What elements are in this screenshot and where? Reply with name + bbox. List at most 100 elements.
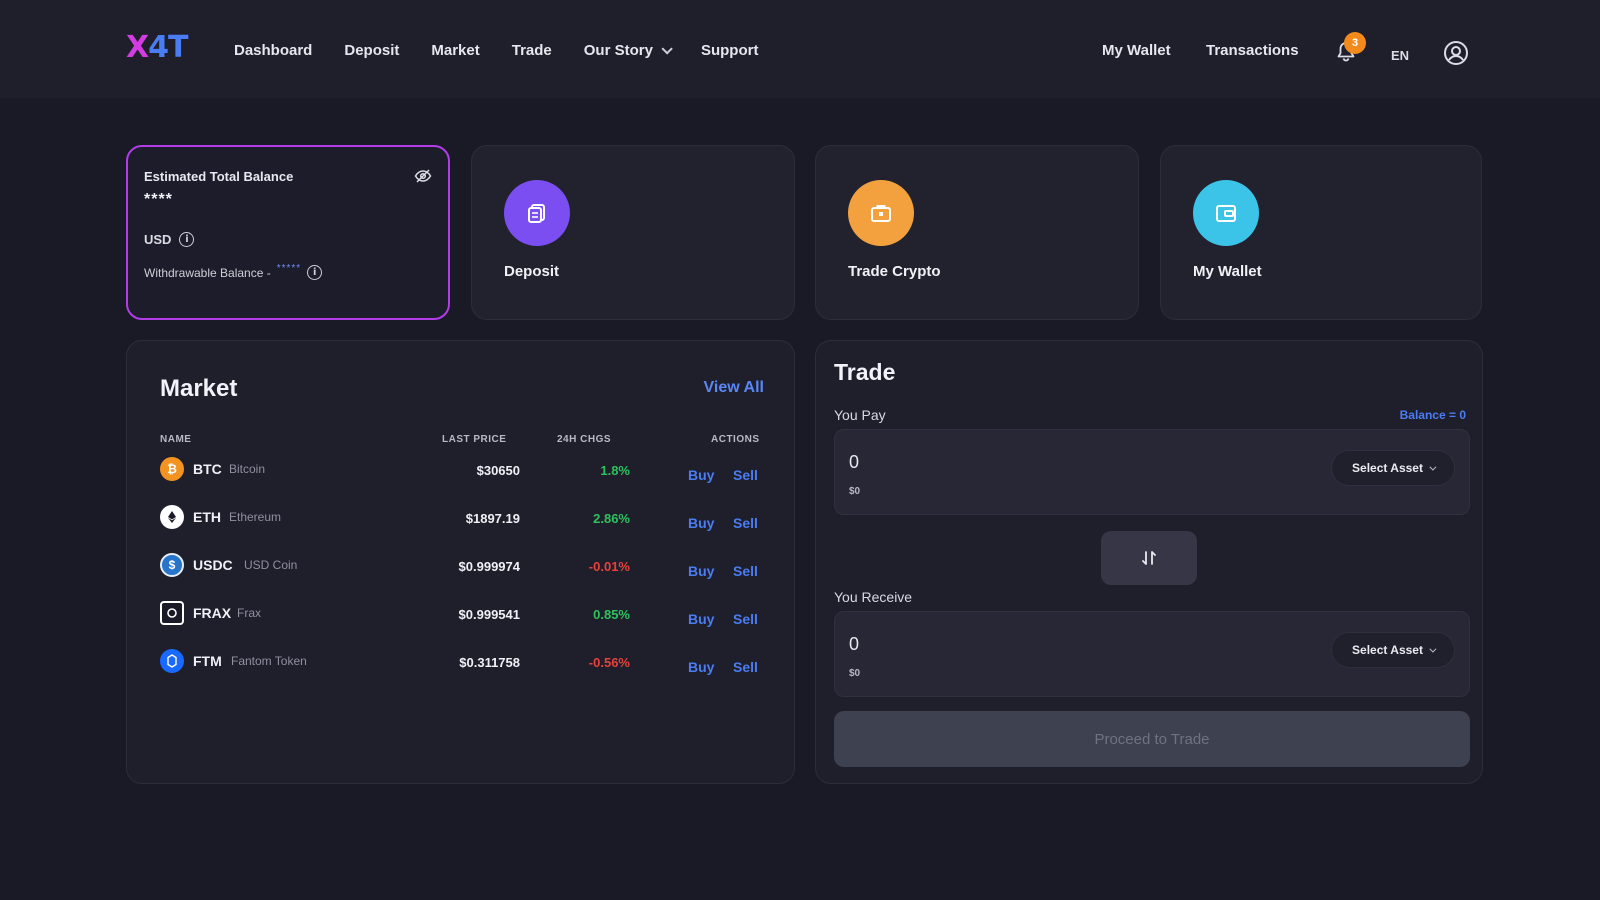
trade-crypto-label: Trade Crypto <box>848 263 941 280</box>
sell-button[interactable]: Sell <box>733 611 758 627</box>
coin-price: $0.999974 <box>458 559 520 574</box>
bitcoin-icon: ₿ <box>160 457 184 481</box>
nav-transactions[interactable]: Transactions <box>1206 42 1299 59</box>
nav-market[interactable]: Market <box>431 42 479 59</box>
logo-4t: 4T <box>148 30 188 65</box>
withdrawable-balance: Withdrawable Balance - ***** i <box>144 263 323 280</box>
coin-change: -0.56% <box>588 655 630 670</box>
balance-masked-value: **** <box>144 191 173 208</box>
my-wallet-card[interactable]: My Wallet <box>1160 145 1482 320</box>
receive-input-box: $0 Select Asset <box>834 611 1470 697</box>
coin-price: $30650 <box>476 463 520 478</box>
select-asset-label: Select Asset <box>1352 461 1423 475</box>
withdrawable-label: Withdrawable Balance - <box>144 265 271 280</box>
pay-usd-value: $0 <box>849 486 861 497</box>
sell-button[interactable]: Sell <box>733 659 758 675</box>
swap-button[interactable] <box>1101 531 1197 585</box>
market-panel: Market View All NAME LAST PRICE 24H CHGS… <box>126 340 795 784</box>
info-icon[interactable]: i <box>307 265 323 280</box>
wallet-icon <box>1193 180 1259 246</box>
briefcase-icon <box>871 205 891 222</box>
nav-our-story-label: Our Story <box>583 42 653 59</box>
market-row-usdc: $ USDC USD Coin $0.999974 -0.01% Buy Sel… <box>127 545 796 585</box>
nav-deposit[interactable]: Deposit <box>344 42 399 59</box>
nav-support[interactable]: Support <box>701 42 759 59</box>
frax-icon <box>160 601 184 625</box>
header-24h-change: 24H CHGS <box>557 434 612 445</box>
pay-input-box: $0 Select Asset <box>834 429 1470 515</box>
coin-name: USD Coin <box>244 558 298 572</box>
coin-change: 2.86% <box>593 511 630 526</box>
nav-dashboard[interactable]: Dashboard <box>234 42 312 59</box>
you-pay-label: You Pay <box>834 407 886 423</box>
market-row-frax: FRAX Frax $0.999541 0.85% Buy Sell <box>127 593 796 633</box>
language-selector[interactable]: EN <box>1391 48 1409 63</box>
coin-price: $0.311758 <box>459 655 520 670</box>
buy-button[interactable]: Buy <box>688 515 714 531</box>
coin-name: Ethereum <box>229 510 282 524</box>
coin-change: -0.01% <box>588 559 630 574</box>
coin-change: 1.8% <box>600 463 630 478</box>
coin-price: $0.999541 <box>458 607 520 622</box>
sell-button[interactable]: Sell <box>733 563 758 579</box>
pay-select-asset-button[interactable]: Select Asset <box>1331 450 1455 486</box>
deposit-card[interactable]: Deposit <box>471 145 795 320</box>
view-all-link[interactable]: View All <box>704 379 764 397</box>
buy-button[interactable]: Buy <box>688 563 714 579</box>
wallet-glyph-icon <box>1216 205 1236 222</box>
you-receive-label: You Receive <box>834 589 913 605</box>
deposit-label: Deposit <box>504 263 560 280</box>
chevron-down-icon <box>1429 645 1437 653</box>
logo-x: X <box>126 30 149 65</box>
coin-symbol: FTM <box>193 653 222 669</box>
trade-title: Trade <box>834 359 896 385</box>
balance-card: Estimated Total Balance **** USD i Withd… <box>126 145 450 320</box>
coin-symbol: FRAX <box>193 605 232 621</box>
trade-panel: Trade You Pay Balance = 0 $0 Select Asse… <box>815 340 1483 784</box>
info-icon[interactable]: i <box>179 232 195 247</box>
coin-name: Bitcoin <box>229 462 266 476</box>
nav-my-wallet[interactable]: My Wallet <box>1102 42 1171 59</box>
pay-amount-input[interactable] <box>849 452 1149 473</box>
receive-amount-input[interactable] <box>849 634 1149 655</box>
market-row-ftm: FTM Fantom Token $0.311758 -0.56% Buy Se… <box>127 641 796 681</box>
header-actions: ACTIONS <box>711 434 760 445</box>
usdc-icon: $ <box>160 553 184 577</box>
balance-title: Estimated Total Balance <box>144 169 294 184</box>
select-asset-label: Select Asset <box>1352 643 1423 657</box>
brand-logo[interactable]: X4T <box>126 30 190 70</box>
top-navigation-bar: X4T Dashboard Deposit Market Trade Our S… <box>0 0 1600 98</box>
buy-button[interactable]: Buy <box>688 467 714 483</box>
document-icon <box>528 204 545 223</box>
eye-hidden-icon[interactable] <box>414 167 432 185</box>
coin-symbol: ETH <box>193 509 221 525</box>
coin-symbol: BTC <box>193 461 222 477</box>
header-last-price: LAST PRICE <box>442 434 507 445</box>
proceed-to-trade-button[interactable]: Proceed to Trade <box>834 711 1470 767</box>
nav-trade[interactable]: Trade <box>512 42 552 59</box>
my-wallet-label: My Wallet <box>1193 263 1262 280</box>
coin-name: Fantom Token <box>231 654 307 668</box>
market-row-btc: ₿ BTC Bitcoin $30650 1.8% Buy Sell <box>127 449 796 489</box>
swap-arrows-icon <box>1142 551 1156 565</box>
sell-button[interactable]: Sell <box>733 467 758 483</box>
deposit-icon <box>504 180 570 246</box>
market-title: Market <box>160 375 238 402</box>
chevron-down-icon <box>1429 463 1437 471</box>
buy-button[interactable]: Buy <box>688 611 714 627</box>
market-row-eth: ETH Ethereum $1897.19 2.86% Buy Sell <box>127 497 796 537</box>
header-name: NAME <box>160 434 192 445</box>
trade-crypto-card[interactable]: Trade Crypto <box>815 145 1139 320</box>
primary-nav: Dashboard Deposit Market Trade Our Story… <box>234 42 790 59</box>
coin-name: Frax <box>237 606 261 620</box>
nav-our-story[interactable]: Our Story <box>583 42 673 59</box>
profile-icon[interactable] <box>1443 40 1469 66</box>
chevron-down-icon <box>661 42 673 55</box>
withdrawable-masked-value: ***** <box>276 263 302 274</box>
notification-badge: 3 <box>1344 32 1366 54</box>
fantom-icon <box>160 649 184 673</box>
available-balance: Balance = 0 <box>1399 408 1466 422</box>
sell-button[interactable]: Sell <box>733 515 758 531</box>
receive-select-asset-button[interactable]: Select Asset <box>1331 632 1455 668</box>
buy-button[interactable]: Buy <box>688 659 714 675</box>
